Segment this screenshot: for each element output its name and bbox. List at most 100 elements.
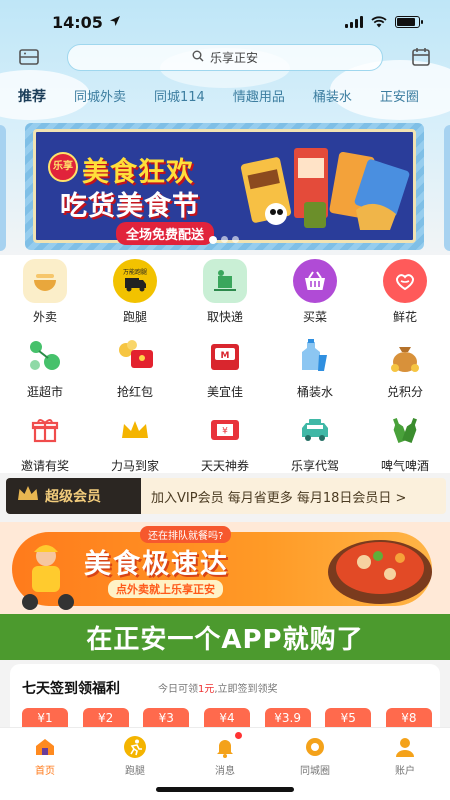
banner-next-peek <box>444 125 450 251</box>
tab-adult-goods[interactable]: 情趣用品 <box>233 86 285 110</box>
grid-label: 抢红包 <box>116 385 153 399</box>
grid-item-lima-delivery[interactable]: 力马到家 <box>90 408 180 474</box>
banner-pagination <box>209 236 239 244</box>
nav-messages[interactable]: 消息 <box>180 732 270 777</box>
pagination-dot[interactable] <box>232 236 239 243</box>
signin-day-5[interactable]: ¥3.9 <box>264 708 311 728</box>
status-time: 14:05 <box>52 12 103 32</box>
grid-label: 美宜佳 <box>206 385 243 399</box>
cellular-signal-icon <box>345 16 363 28</box>
calendar-icon[interactable] <box>408 44 434 70</box>
scan-icon[interactable] <box>16 44 42 70</box>
grid-label: 乐享代驾 <box>290 459 339 473</box>
svg-text:万能跑腿: 万能跑腿 <box>123 268 147 276</box>
flower-icon <box>383 259 427 303</box>
grid-label: 力马到家 <box>110 459 159 473</box>
basket-icon <box>293 259 337 303</box>
grid-label: 兑积分 <box>386 385 423 399</box>
promo-bubble: 还在排队就餐吗? <box>140 526 232 543</box>
fast-food-delivery-banner[interactable]: 还在排队就餐吗? 美食极速达 点外卖就上乐享正安 <box>0 522 450 614</box>
battery-icon <box>395 16 423 28</box>
banner-subtitle: 吃货美食节 <box>60 191 200 222</box>
nav-label: 账户 <box>395 766 415 777</box>
errand-truck-icon: 万能跑腿 <box>113 259 157 303</box>
nav-errand[interactable]: 跑腿 <box>90 734 180 777</box>
grid-label: 外卖 <box>32 310 57 324</box>
grid-label: 买菜 <box>302 310 327 324</box>
tab-zhengan-circle[interactable]: 正安圈 <box>380 86 419 110</box>
grid-label: 天天神券 <box>200 459 249 473</box>
search-input[interactable]: 乐享正安 <box>67 44 383 71</box>
signin-day-1[interactable]: ¥1 <box>22 708 68 728</box>
tab-recommend[interactable]: 推荐 <box>18 86 46 110</box>
grid-item-takeout[interactable]: 外卖 <box>0 259 90 325</box>
hotpot-illustration <box>328 540 432 604</box>
nav-label: 同城圈 <box>300 766 330 777</box>
status-bar: 14:05 <box>0 0 450 44</box>
search-icon <box>192 50 204 65</box>
vip-title: 超级会员 <box>45 489 101 505</box>
signin-day-3[interactable]: ¥3 <box>143 708 190 728</box>
tab-city-114[interactable]: 同城114 <box>154 86 205 110</box>
category-tabs: 推荐 同城外卖 同城114 情趣用品 桶装水 正安圈 <box>18 86 450 110</box>
grid-item-groceries[interactable]: 买菜 <box>270 259 360 325</box>
signin-day-4[interactable]: ¥4 <box>203 708 250 728</box>
vip-membership-bar[interactable]: 超级会员 加入VIP会员 每月省更多 每月18日会员日 > <box>6 478 446 514</box>
banner-badge: 乐享 <box>48 152 78 182</box>
signin-day-2[interactable]: ¥2 <box>82 708 129 728</box>
grid-item-beer[interactable]: 啤气啤酒 <box>360 408 450 474</box>
banner-prev-peek <box>0 125 6 251</box>
grid-label: 桶装水 <box>296 385 333 399</box>
signin-day-6[interactable]: ¥5 <box>325 708 372 728</box>
grid-item-meiyijia[interactable]: M 美宜佳 <box>180 334 270 400</box>
unread-dot <box>235 732 242 739</box>
service-grid: 外卖 万能跑腿 跑腿 取快递 买菜 鲜花 逛超市 抢红包 M 美宜佳 桶装水 兑… <box>0 255 450 473</box>
grid-item-invite-reward[interactable]: 邀请有奖 <box>0 408 90 474</box>
signin-title: 七天签到领福利 <box>22 681 120 697</box>
user-icon <box>392 734 418 760</box>
grid-label: 啤气啤酒 <box>380 459 429 473</box>
nav-label: 消息 <box>215 766 235 777</box>
pagination-dot[interactable] <box>209 236 217 244</box>
home-icon <box>32 734 58 760</box>
nav-account[interactable]: 账户 <box>360 734 450 777</box>
gift-icon <box>23 408 67 452</box>
takeout-bowl-icon <box>23 259 67 303</box>
grid-item-designated-driver[interactable]: 乐享代驾 <box>270 408 360 474</box>
grid-item-supermarket[interactable]: 逛超市 <box>0 334 90 400</box>
grid-item-package-pickup[interactable]: 取快递 <box>180 259 270 325</box>
delivery-rider-illustration <box>22 545 74 610</box>
home-indicator <box>156 787 294 792</box>
beer-bottles-icon <box>383 408 427 452</box>
slogan-banner: 在正安一个APP就购了 <box>0 614 450 660</box>
grid-item-daily-coupon[interactable]: ¥ 天天神券 <box>180 408 270 474</box>
car-icon <box>293 408 337 452</box>
bell-icon <box>212 732 242 760</box>
nav-home[interactable]: 首页 <box>0 734 90 777</box>
grid-item-flowers[interactable]: 鲜花 <box>360 259 450 325</box>
grid-item-bottled-water[interactable]: 桶装水 <box>270 334 360 400</box>
points-sack-icon <box>383 334 427 378</box>
search-placeholder: 乐享正安 <box>209 51 258 65</box>
tab-bottled-water[interactable]: 桶装水 <box>313 86 352 110</box>
location-arrow-icon <box>109 15 121 30</box>
pagination-dot[interactable] <box>221 236 228 243</box>
grid-item-redeem-points[interactable]: 兑积分 <box>360 334 450 400</box>
nav-label: 首页 <box>35 766 55 777</box>
nav-city-circle[interactable]: 同城圈 <box>270 734 360 777</box>
signin-day-7[interactable]: ¥8 <box>385 708 432 728</box>
signin-subtitle: 今日可领1元,立即签到领奖 <box>158 684 278 695</box>
vip-crown-icon <box>16 484 40 508</box>
package-pickup-icon <box>203 259 247 303</box>
crown-icon <box>113 408 157 452</box>
food-festival-banner[interactable]: 乐享 美食狂欢 吃货美食节 全场免费配送 <box>25 123 424 250</box>
grid-item-errand[interactable]: 万能跑腿 跑腿 <box>90 259 180 325</box>
grid-item-red-packet[interactable]: 抢红包 <box>90 334 180 400</box>
nav-label: 跑腿 <box>125 766 145 777</box>
coupon-icon: ¥ <box>203 408 247 452</box>
red-packet-icon <box>113 334 157 378</box>
grid-label: 取快递 <box>206 310 243 324</box>
grid-label: 邀请有奖 <box>20 459 69 473</box>
grid-label: 逛超市 <box>26 385 63 399</box>
tab-takeout[interactable]: 同城外卖 <box>74 86 126 110</box>
